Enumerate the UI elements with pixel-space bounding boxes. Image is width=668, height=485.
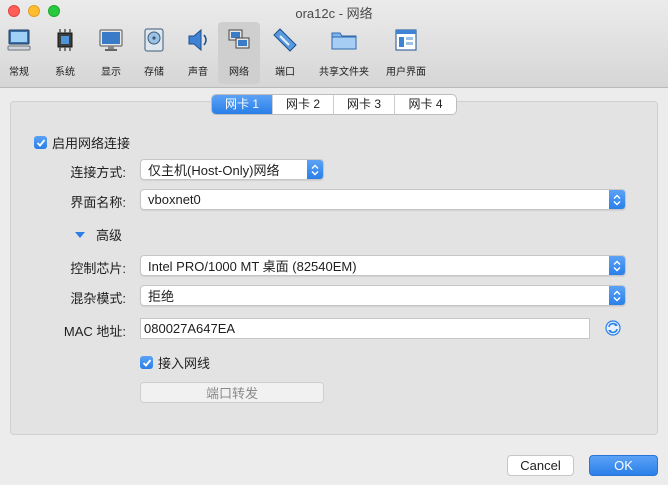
cable-connected-row: 接入网线	[140, 353, 210, 372]
select-arrows-icon	[307, 160, 323, 179]
interface-name-select[interactable]: vboxnet0	[140, 189, 626, 210]
promiscuous-mode-value: 拒绝	[148, 289, 175, 304]
advanced-label: 高级	[96, 228, 123, 243]
interface-name-label: 界面名称:	[70, 195, 126, 210]
cable-connected-label: 接入网线	[158, 356, 211, 371]
tab-adapter-4[interactable]: 网卡 4	[395, 95, 456, 114]
toolbar-item-storage[interactable]: 存储	[130, 22, 178, 84]
toolbar-label: 共享文件夹	[319, 67, 369, 78]
toolbar-item-ports[interactable]: 端口	[260, 22, 310, 84]
refresh-mac-icon[interactable]	[604, 319, 622, 337]
window-toolbar: ora12c - 网络 常规 系统 显示 存储 声音 网络 端口 共享文件夹 用…	[0, 0, 668, 88]
ui-window-icon	[391, 25, 421, 55]
select-arrows-icon	[609, 286, 625, 305]
chip-icon	[50, 25, 80, 55]
adapter-type-select[interactable]: Intel PRO/1000 MT 桌面 (82540EM)	[140, 255, 626, 276]
toolbar-label: 端口	[275, 67, 295, 78]
toolbar-item-display[interactable]: 显示	[92, 22, 130, 84]
adapter-tabs: 网卡 1 网卡 2 网卡 3 网卡 4	[211, 94, 457, 115]
port-forwarding-button[interactable]: 端口转发	[140, 382, 324, 403]
speaker-icon	[183, 25, 213, 55]
advanced-disclosure[interactable]: 高级	[74, 225, 122, 244]
display-icon	[96, 25, 126, 55]
select-arrows-icon	[609, 190, 625, 209]
disk-icon	[139, 25, 169, 55]
window-title: ora12c - 网络	[295, 6, 373, 21]
interface-name-value: vboxnet0	[148, 192, 201, 207]
toolbar-label: 系统	[55, 67, 75, 78]
cable-connected-checkbox[interactable]	[140, 356, 153, 369]
toolbar-label: 用户界面	[386, 67, 426, 78]
tab-adapter-1[interactable]: 网卡 1	[212, 95, 273, 114]
enable-adapter-label: 启用网络连接	[52, 136, 131, 151]
toolbar-item-network[interactable]: 网络	[218, 22, 260, 84]
promiscuous-mode-label: 混杂模式:	[70, 291, 126, 306]
enable-adapter-row: 启用网络连接	[34, 133, 130, 152]
cancel-button[interactable]: Cancel	[507, 455, 574, 476]
port-icon	[270, 25, 300, 55]
adapter-type-label: 控制芯片:	[70, 261, 126, 276]
mac-address-input[interactable]: 080027A647EA	[140, 318, 590, 339]
ok-button[interactable]: OK	[589, 455, 658, 476]
monitor-icon	[4, 25, 34, 55]
toolbar-label: 存储	[144, 67, 164, 78]
adapter-type-value: Intel PRO/1000 MT 桌面 (82540EM)	[148, 259, 357, 274]
toolbar-label: 网络	[229, 67, 249, 78]
checkmark-icon	[36, 138, 45, 147]
promiscuous-mode-select[interactable]: 拒绝	[140, 285, 626, 306]
folder-icon	[329, 25, 359, 55]
disclosure-triangle-icon	[75, 231, 85, 238]
toolbar-item-general[interactable]: 常规	[0, 22, 38, 84]
toolbar-label: 声音	[188, 67, 208, 78]
attached-to-label: 连接方式:	[70, 165, 126, 180]
attached-to-select[interactable]: 仅主机(Host-Only)网络	[140, 159, 324, 180]
toolbar-item-user-interface[interactable]: 用户界面	[378, 22, 434, 84]
mac-address-label: MAC 地址:	[63, 324, 126, 339]
network-icon	[224, 25, 254, 55]
tab-adapter-3[interactable]: 网卡 3	[334, 95, 395, 114]
enable-adapter-checkbox[interactable]	[34, 136, 47, 149]
toolbar-item-shared-folders[interactable]: 共享文件夹	[310, 22, 378, 84]
attached-to-value: 仅主机(Host-Only)网络	[148, 163, 280, 178]
toolbar-label: 常规	[9, 67, 29, 78]
toolbar-label: 显示	[101, 67, 121, 78]
checkmark-icon	[142, 358, 151, 367]
tab-adapter-2[interactable]: 网卡 2	[273, 95, 334, 114]
settings-toolbar: 常规 系统 显示 存储 声音 网络 端口 共享文件夹 用户界面	[0, 22, 434, 84]
select-arrows-icon	[609, 256, 625, 275]
toolbar-item-audio[interactable]: 声音	[178, 22, 218, 84]
toolbar-item-system[interactable]: 系统	[38, 22, 92, 84]
